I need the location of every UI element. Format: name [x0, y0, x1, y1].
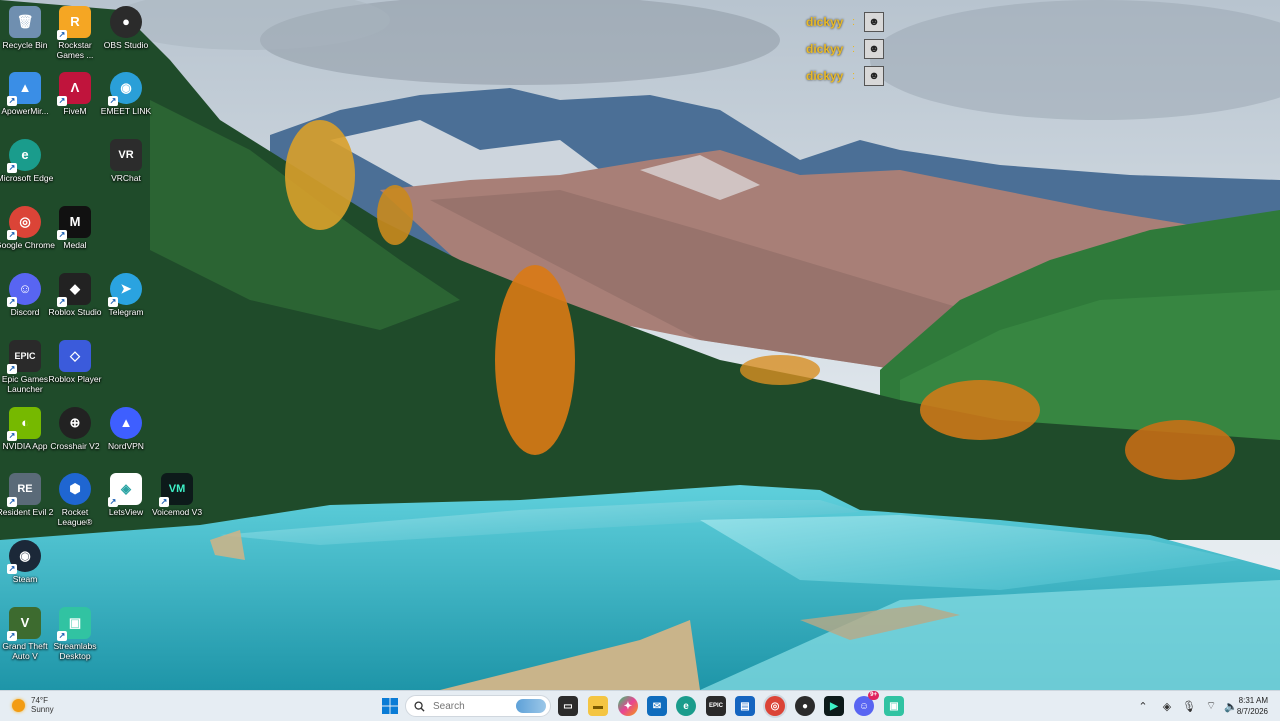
chat-separator: :	[852, 15, 856, 28]
task-view-button[interactable]: ▭	[558, 696, 578, 716]
desktop-icon-voicemod[interactable]: VM ↗ Voicemod V3	[146, 473, 208, 517]
streamlabs-button[interactable]: ▣	[884, 696, 904, 716]
avatar: ☻	[864, 38, 884, 59]
desktop-icon-streamlabs[interactable]: ▣ ↗ Streamlabs Desktop	[44, 607, 106, 661]
chrome-icon: ◎ ↗	[7, 206, 41, 240]
rockstar-icon: R ↗	[57, 6, 91, 40]
wifi-icon[interactable]: ⌔	[1203, 698, 1219, 714]
chrome-icon: ◎	[770, 700, 780, 712]
desktop-wallpaper	[0, 0, 1280, 690]
security-icon[interactable]: ◈	[1159, 698, 1175, 714]
vrchat-icon: VR	[110, 139, 142, 171]
voicemod-icon: VM ↗	[159, 473, 193, 507]
notification-badge: 9+	[868, 691, 879, 700]
copilot-icon: ✦	[623, 700, 633, 712]
epic-games-button[interactable]: EPIC	[706, 696, 726, 716]
weather-temp: 74°F	[31, 696, 48, 705]
desktop-icon-vrchat[interactable]: VR VRChat	[95, 139, 157, 183]
chat-username: dickyy	[806, 41, 844, 56]
desktop-icon-steam[interactable]: ◉ ↗ Steam	[0, 540, 56, 584]
discord-button[interactable]: ☺ 9+	[854, 691, 879, 716]
chat-username: dickyy	[806, 68, 844, 83]
emeet-icon: ◉ ↗	[108, 72, 142, 106]
epic-games-icon: EPIC ↗	[7, 340, 41, 374]
search-input[interactable]	[431, 699, 515, 713]
telegram-icon: ➤ ↗	[108, 273, 142, 307]
terminal-button[interactable]: ▶	[824, 696, 844, 716]
fivem-icon: Λ ↗	[57, 72, 91, 106]
weather-widget[interactable]: 74°F Sunny	[12, 696, 54, 714]
search-highlight-icon	[516, 699, 546, 713]
crosshair-icon: ⊕	[59, 407, 91, 439]
edge-button[interactable]: e	[676, 696, 696, 716]
microphone-icon[interactable]: 🎙	[1181, 698, 1197, 714]
taskbar: 74°F Sunny ▭ ▬ ✦ ✉ e EPIC ▤ ◎ ● ▶ ☺ 9+ ▣…	[0, 690, 1280, 721]
rocket-league-icon: ⬢	[59, 473, 91, 505]
taskbar-search[interactable]	[405, 695, 551, 717]
steam-icon: ◉ ↗	[7, 540, 41, 574]
nvidia-icon: ◐ ↗	[7, 407, 41, 441]
avatar: ☻	[864, 65, 884, 86]
store-icon: ▤	[740, 700, 750, 712]
obs-icon: ●	[110, 6, 142, 38]
clock[interactable]: 8:31 AM 8/7/2026	[1237, 695, 1268, 717]
desktop-icon-telegram[interactable]: ➤ ↗ Telegram	[95, 273, 157, 317]
streamlabs-icon: ▣	[889, 700, 899, 712]
avatar: ☻	[864, 11, 884, 32]
nordvpn-icon: ▲	[110, 407, 142, 439]
file-explorer-button[interactable]: ▬	[588, 696, 608, 716]
letsview-icon: ◈ ↗	[108, 473, 142, 507]
epic-games-icon: EPIC	[708, 703, 723, 709]
desktop-icon-roblox-player[interactable]: ◇ Roblox Player	[44, 340, 106, 384]
chat-separator: :	[852, 42, 856, 55]
obs-button[interactable]: ●	[795, 696, 815, 716]
edge-icon: e ↗	[7, 139, 41, 173]
store-button[interactable]: ▤	[735, 696, 755, 716]
chat-message: dickyy : ☻	[806, 35, 884, 62]
task-view-icon: ▭	[563, 700, 573, 712]
roblox-studio-icon: ◆ ↗	[57, 273, 91, 307]
desktop-icon-obs[interactable]: ● OBS Studio	[95, 6, 157, 50]
roblox-player-icon: ◇	[59, 340, 91, 372]
chat-message: dickyy : ☻	[806, 62, 884, 89]
sun-icon	[12, 698, 25, 712]
windows-logo-icon	[382, 698, 398, 714]
recycle-bin-icon: 🗑	[9, 6, 41, 38]
chat-overlay: dickyy : ☻ dickyy : ☻ dickyy : ☻	[806, 8, 884, 89]
desktop-icon-medal[interactable]: M ↗ Medal	[44, 206, 106, 250]
gta-icon: V ↗	[7, 607, 41, 641]
clock-time: 8:31 AM	[1238, 696, 1268, 705]
streamlabs-icon: ▣ ↗	[57, 607, 91, 641]
obs-icon: ●	[801, 700, 809, 712]
discord-icon: ☺	[858, 700, 870, 712]
clock-date: 8/7/2026	[1236, 707, 1268, 716]
chevron-up-icon[interactable]: ⌃	[1135, 698, 1151, 714]
terminal-icon: ▶	[830, 700, 838, 712]
search-icon	[414, 700, 425, 712]
outlook-button[interactable]: ✉	[647, 696, 667, 716]
chat-separator: :	[852, 69, 856, 82]
desktop-icon-edge[interactable]: e ↗ Microsoft Edge	[0, 139, 56, 183]
discord-icon: ☺ ↗	[7, 273, 41, 307]
folder-icon: ▬	[593, 700, 603, 712]
copilot-button[interactable]: ✦	[618, 696, 638, 716]
weather-condition: Sunny	[31, 705, 54, 714]
resident-evil-icon: RE ↗	[7, 473, 41, 507]
chat-username: dickyy	[806, 14, 844, 29]
desktop-icon-nordvpn[interactable]: ▲ NordVPN	[95, 407, 157, 451]
chat-message: dickyy : ☻	[806, 8, 884, 35]
system-tray: ⌃ ◈ 🎙 ⌔ 🔈	[1133, 691, 1241, 721]
medal-icon: M ↗	[57, 206, 91, 240]
chrome-button[interactable]: ◎	[765, 696, 785, 716]
start-button[interactable]	[380, 696, 400, 716]
outlook-icon: ✉	[652, 700, 662, 712]
desktop-icon-emeet[interactable]: ◉ ↗ EMEET LINK	[95, 72, 157, 116]
edge-icon: e	[683, 700, 689, 712]
apowermirror-icon: ▲ ↗	[7, 72, 41, 106]
